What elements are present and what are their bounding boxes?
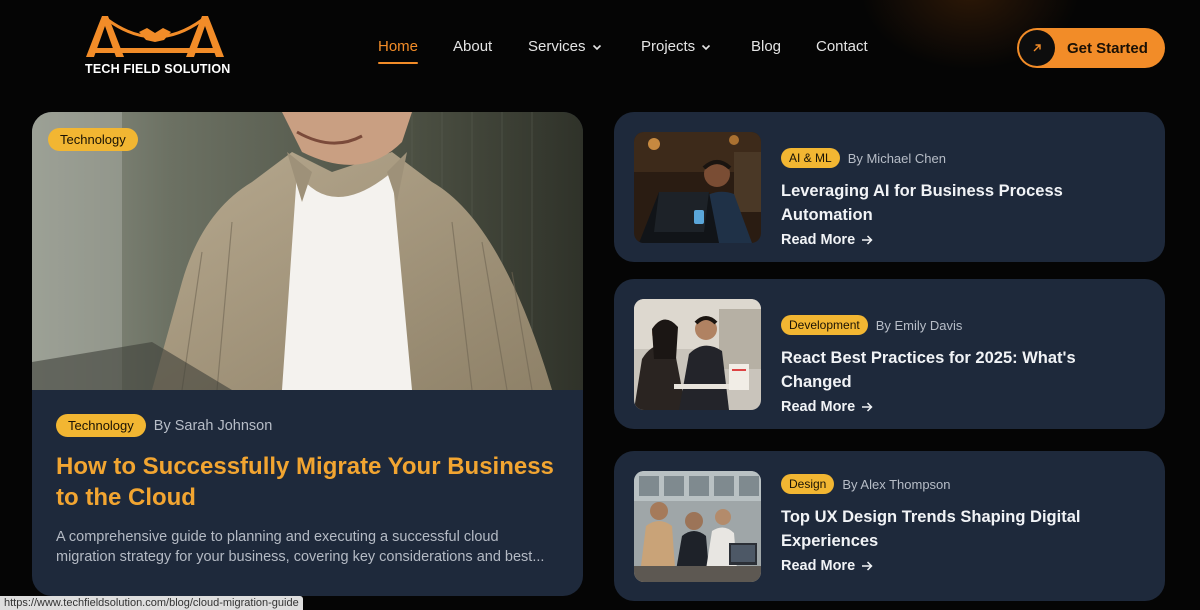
nav-home-label: Home [378, 38, 419, 55]
post-card[interactable]: AI & ML By Michael Chen Leveraging AI fo… [614, 112, 1165, 262]
get-started-label: Get Started [1067, 39, 1148, 57]
post-title[interactable]: Leveraging AI for Business Process Autom… [781, 179, 1145, 227]
post-meta: AI & ML By Michael Chen [781, 148, 1145, 168]
arrow-up-right-icon [1033, 44, 1041, 52]
arrow-right-icon [862, 561, 873, 571]
site-header: TECH FIELD SOLUTION Home About Services … [0, 0, 1200, 95]
post-card[interactable]: Design By Alex Thompson Top UX Design Tr… [614, 451, 1165, 601]
read-more-label: Read More [781, 558, 856, 574]
read-more-link[interactable]: Read More [781, 399, 1145, 415]
design-team-photo [634, 471, 761, 582]
nav-blog-label: Blog [751, 38, 782, 55]
nav-projects[interactable]: Projects [641, 38, 711, 55]
man-with-laptop-photo [634, 132, 761, 243]
featured-category-badge[interactable]: Technology [56, 414, 146, 437]
nav-about-label: About [453, 38, 493, 55]
post-title[interactable]: React Best Practices for 2025: What's Ch… [781, 346, 1145, 394]
category-badge[interactable]: AI & ML [781, 148, 840, 168]
post-meta: Development By Emily Davis [781, 315, 1145, 335]
nav-blog[interactable]: Blog [751, 38, 781, 55]
post-author: By Alex Thompson [842, 476, 951, 492]
nav-about[interactable]: About [453, 38, 492, 55]
post-card-body: Design By Alex Thompson Top UX Design Tr… [781, 474, 1145, 574]
post-thumbnail[interactable] [634, 132, 761, 243]
brand-logo[interactable]: TECH FIELD SOLUTION [84, 12, 230, 76]
post-author: By Emily Davis [875, 317, 963, 333]
get-started-button[interactable]: Get Started [1017, 28, 1165, 68]
woman-laptop-photo [32, 112, 583, 390]
nav-home[interactable]: Home [378, 38, 419, 64]
nav-services-label: Services [528, 38, 586, 55]
post-title[interactable]: Top UX Design Trends Shaping Digital Exp… [781, 505, 1081, 553]
chevron-down-icon [702, 44, 711, 50]
status-bar-url: https://www.techfieldsolution.com/blog/c… [0, 596, 303, 610]
post-card-body: Development By Emily Davis React Best Pr… [781, 315, 1145, 415]
featured-post-title[interactable]: How to Successfully Migrate Your Busines… [56, 451, 561, 513]
arrow-right-icon [862, 235, 873, 245]
read-more-link[interactable]: Read More [781, 558, 1145, 574]
chevron-down-icon [592, 44, 601, 50]
featured-post-meta: Technology By Sarah Johnson [56, 414, 561, 437]
bridge-logo-icon [86, 16, 224, 57]
category-badge[interactable]: Design [781, 474, 835, 494]
post-author: By Michael Chen [847, 150, 946, 166]
read-more-link[interactable]: Read More [781, 232, 1145, 248]
featured-image-category-badge[interactable]: Technology [48, 128, 138, 151]
post-card[interactable]: Development By Emily Davis React Best Pr… [614, 279, 1165, 429]
read-more-label: Read More [781, 399, 856, 415]
nav-contact[interactable]: Contact [816, 38, 868, 55]
post-thumbnail[interactable] [634, 299, 761, 410]
featured-post-author: By Sarah Johnson [153, 417, 273, 434]
post-card-body: AI & ML By Michael Chen Leveraging AI fo… [781, 148, 1145, 248]
nav-contact-label: Contact [816, 38, 868, 55]
read-more-label: Read More [781, 232, 856, 248]
post-meta: Design By Alex Thompson [781, 474, 1145, 494]
featured-post-card[interactable]: Technology Technology By Sarah Johnson H… [32, 112, 583, 596]
nav-projects-label: Projects [641, 38, 696, 55]
featured-post-body: Technology By Sarah Johnson How to Succe… [56, 414, 561, 567]
arrow-right-icon [862, 402, 873, 412]
featured-post-excerpt: A comprehensive guide to planning and ex… [56, 529, 545, 565]
featured-post-image[interactable]: Technology [32, 112, 583, 390]
office-meeting-photo [634, 299, 761, 410]
post-thumbnail[interactable] [634, 471, 761, 582]
category-badge[interactable]: Development [781, 315, 868, 335]
nav-services[interactable]: Services [528, 38, 602, 55]
cta-icon-circle [1019, 30, 1055, 66]
brand-name: TECH FIELD SOLUTION [85, 62, 231, 76]
